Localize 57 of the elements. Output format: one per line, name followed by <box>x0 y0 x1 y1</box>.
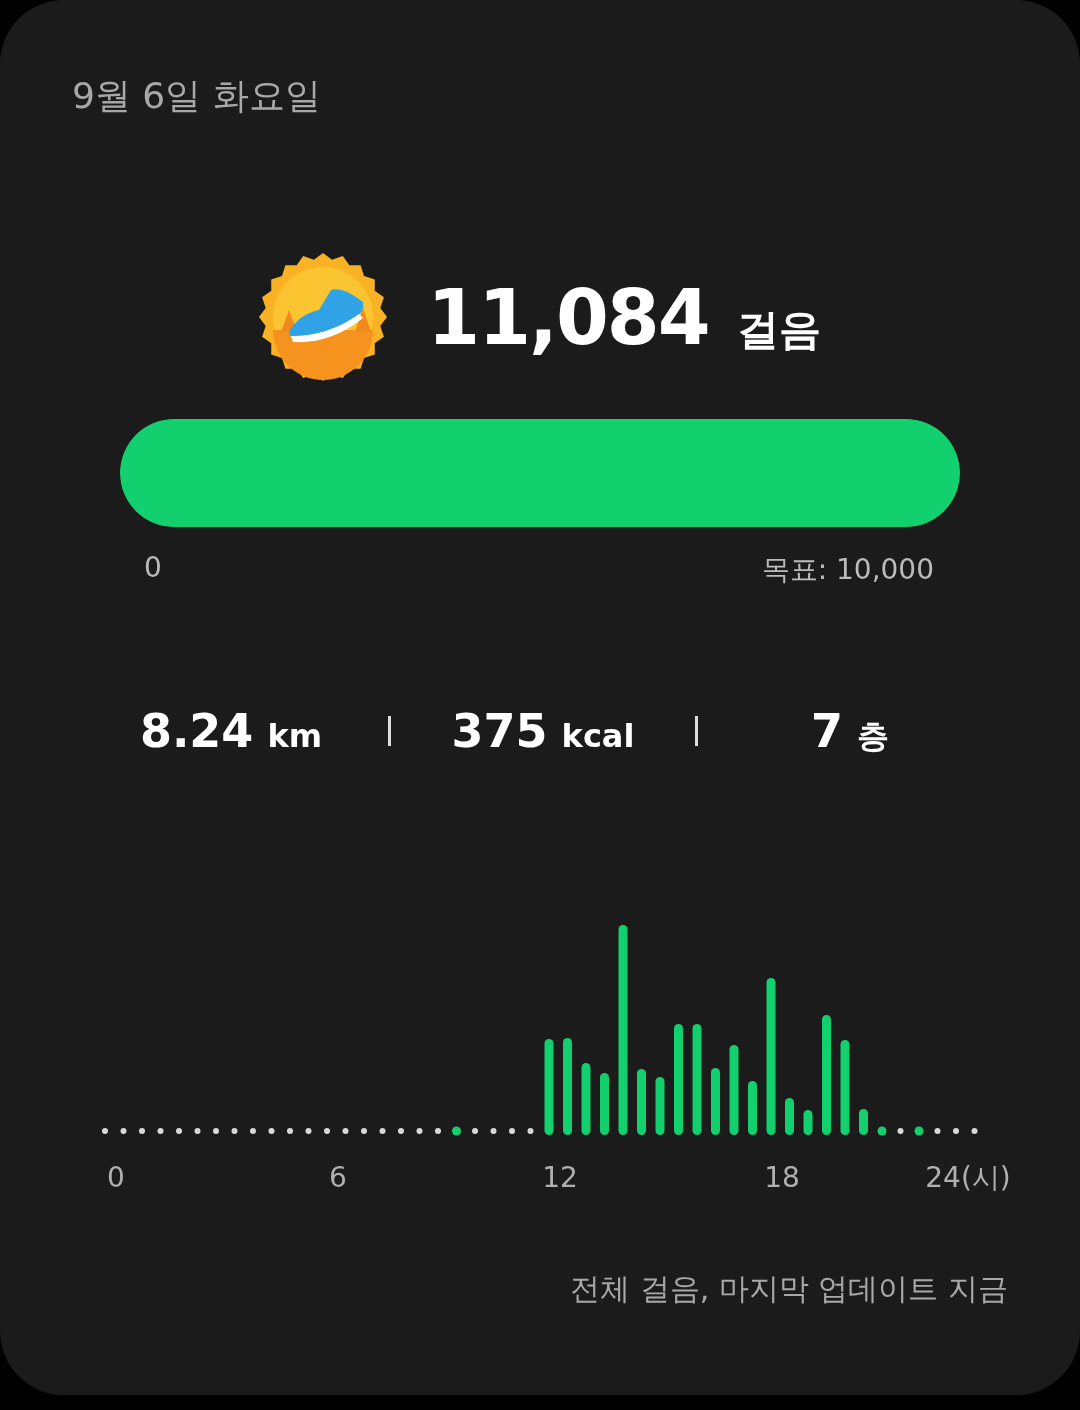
hour-dot <box>472 1128 478 1134</box>
hour-dot <box>897 1128 904 1134</box>
hour-dot <box>509 1128 515 1134</box>
stat-unit: 층 <box>857 715 889 757</box>
axis-label: 18 <box>764 1161 800 1191</box>
step-bar <box>581 1063 591 1135</box>
hour-dot <box>305 1128 312 1134</box>
axis-label: 6 <box>329 1161 347 1191</box>
stat-unit: km <box>267 717 322 755</box>
hour-dot <box>139 1128 145 1134</box>
axis-label: 24(시) <box>925 1161 1011 1191</box>
date-label: 9월 6일 화요일 <box>72 74 321 118</box>
hour-dot <box>971 1128 978 1134</box>
hour-dot <box>452 1126 461 1136</box>
hour-dot <box>176 1128 182 1134</box>
step-count: 11,084 <box>427 272 709 362</box>
hour-dot <box>398 1128 404 1134</box>
step-unit: 걸음 <box>736 304 821 354</box>
hour-dot <box>435 1128 441 1134</box>
goal-label: 목표: 10,000 <box>761 552 934 588</box>
step-bar <box>711 1068 720 1135</box>
hour-dot <box>934 1128 941 1134</box>
hour-dot <box>914 1126 924 1136</box>
hour-dot <box>416 1128 423 1134</box>
hour-dot <box>120 1128 127 1134</box>
stat-unit: kcal <box>561 717 635 755</box>
step-bar <box>748 1081 757 1135</box>
hour-dot <box>527 1128 534 1134</box>
hour-dot <box>361 1128 367 1134</box>
hour-dot <box>250 1128 256 1134</box>
hour-dot <box>194 1128 201 1134</box>
step-bar <box>785 1098 794 1135</box>
step-bar <box>655 1077 665 1135</box>
hour-dot <box>287 1128 293 1134</box>
update-status: 전체 걸음, 마지막 업데이트 지금 <box>570 1270 1008 1308</box>
stat-value: 8.24 <box>139 704 254 758</box>
hour-dot <box>102 1128 108 1134</box>
hour-dot <box>231 1128 238 1134</box>
hour-dot <box>268 1128 275 1134</box>
hour-dot <box>213 1128 219 1134</box>
step-bar <box>600 1073 609 1135</box>
stat-value: 7 <box>811 703 843 758</box>
hour-dot <box>324 1128 330 1134</box>
hour-dot <box>490 1128 497 1134</box>
hour-dot <box>877 1126 887 1136</box>
stat-value: 375 <box>451 704 548 758</box>
progress-start-label: 0 <box>144 551 162 586</box>
axis-label: 0 <box>107 1161 125 1191</box>
step-bar <box>859 1109 868 1135</box>
hour-dot <box>379 1128 386 1134</box>
axis-label: 12 <box>542 1161 578 1191</box>
shoe-badge-icon <box>259 252 388 382</box>
hour-dot <box>157 1128 164 1134</box>
hour-dot <box>953 1128 959 1134</box>
step-bar <box>637 1069 646 1135</box>
hour-dot <box>342 1128 349 1134</box>
step-bar <box>803 1110 813 1135</box>
